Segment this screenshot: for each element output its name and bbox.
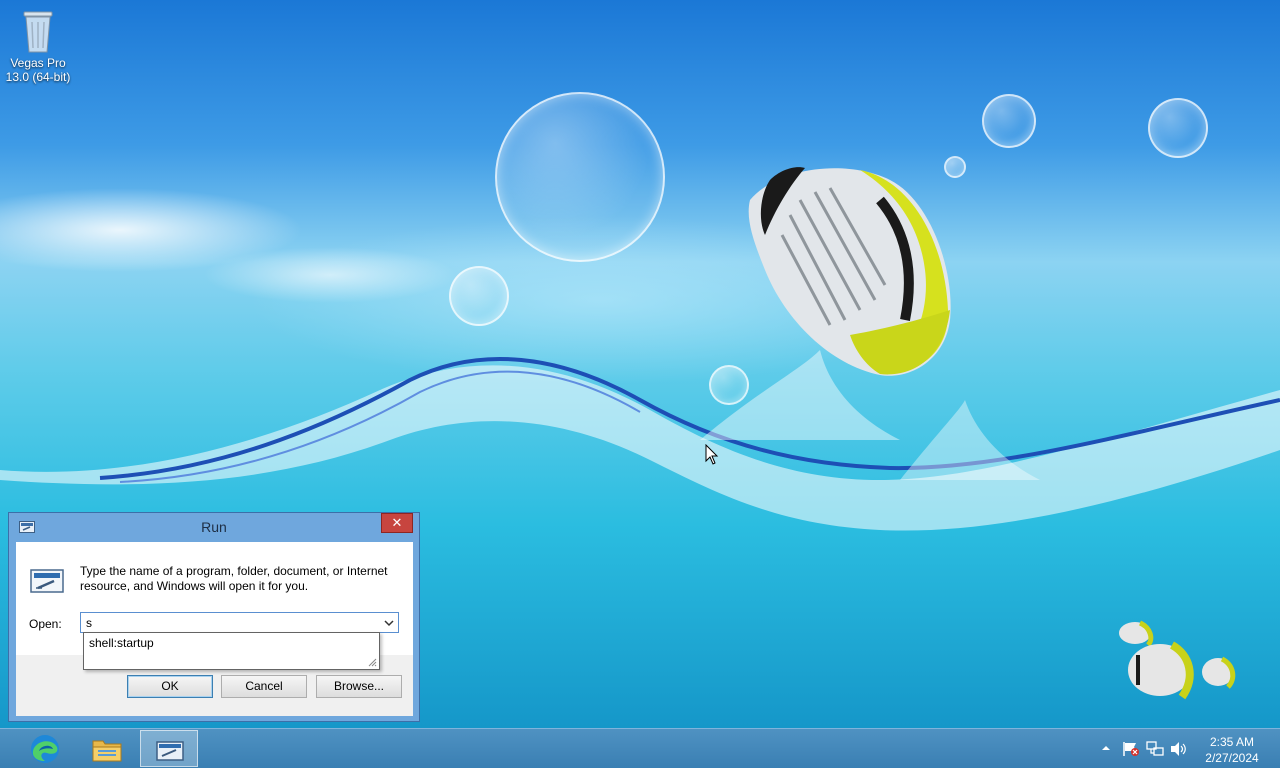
resize-grip-icon[interactable]: [368, 658, 377, 667]
open-input[interactable]: [81, 613, 387, 632]
close-button[interactable]: ✕: [381, 513, 413, 533]
taskbar-clock[interactable]: 2:35 AM 2/27/2024: [1196, 734, 1268, 766]
run-program-icon: [30, 569, 64, 593]
bubble-decoration: [1148, 98, 1208, 158]
taskbar: 2:35 AM 2/27/2024: [0, 728, 1280, 768]
chevron-down-icon[interactable]: [380, 613, 398, 632]
taskbar-file-explorer-button[interactable]: [78, 730, 136, 767]
ok-button[interactable]: OK: [127, 675, 213, 698]
run-dialog-title: Run: [201, 519, 227, 535]
action-center-flag-icon[interactable]: [1122, 741, 1140, 757]
folder-icon: [92, 740, 122, 762]
taskbar-run-button[interactable]: [140, 730, 198, 767]
taskbar-edge-button[interactable]: [16, 730, 74, 767]
run-dialog-body: Type the name of a program, folder, docu…: [16, 542, 413, 716]
mouse-cursor-icon: [705, 444, 719, 465]
autocomplete-dropdown: shell:startup: [83, 632, 380, 670]
run-dialog: Run ✕ Type the name of a program, folder…: [8, 512, 420, 722]
bubble-decoration: [449, 266, 509, 326]
run-icon: [156, 741, 184, 761]
recycle-bin-icon: [23, 11, 53, 53]
edge-icon: [31, 735, 59, 763]
desktop-icon-label: Vegas Pro 13.0 (64-bit): [5, 56, 71, 84]
chevron-up-icon[interactable]: [1101, 741, 1111, 755]
small-fish-decoration: [1119, 620, 1236, 700]
clock-time: 2:35 AM: [1209, 735, 1255, 749]
bubble-decoration: [982, 94, 1036, 148]
volume-icon[interactable]: [1170, 741, 1188, 757]
open-label: Open:: [29, 617, 62, 631]
open-combobox[interactable]: [80, 612, 399, 633]
clock-date: 2/27/2024: [1205, 751, 1259, 765]
desktop-icon-vegas-pro[interactable]: Vegas Pro 13.0 (64-bit): [2, 6, 74, 84]
autocomplete-item[interactable]: shell:startup: [89, 636, 154, 650]
run-dialog-description: Type the name of a program, folder, docu…: [80, 564, 388, 593]
butterflyfish-decoration: [748, 167, 951, 376]
run-dialog-titlebar[interactable]: Run ✕: [9, 513, 419, 541]
desktop-background: Vegas Pro 13.0 (64-bit) Run ✕ Type the n…: [0, 0, 1280, 728]
browse-button[interactable]: Browse...: [316, 675, 402, 698]
network-icon[interactable]: [1146, 741, 1164, 757]
cancel-button[interactable]: Cancel: [221, 675, 307, 698]
bubble-decoration: [495, 92, 665, 262]
